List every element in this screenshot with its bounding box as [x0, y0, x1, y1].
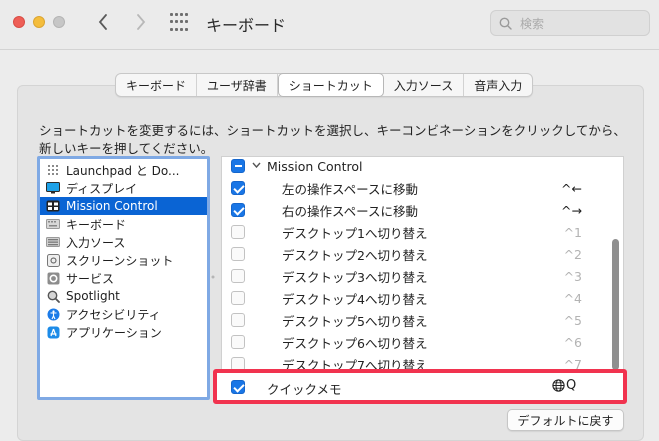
- tab-shortcuts[interactable]: ショートカット: [277, 73, 384, 97]
- tab-bar: キーボード ユーザ辞書 ショートカット 入力ソース 音声入力: [115, 73, 534, 97]
- close-window-button[interactable]: [13, 16, 25, 28]
- sidebar-item-label: サービス: [66, 271, 115, 286]
- sidebar-item-label: アプリケーション: [66, 325, 162, 340]
- shortcut-checkbox[interactable]: [231, 203, 245, 217]
- sidebar-item-label: ディスプレイ: [66, 181, 138, 196]
- sidebar-item-label: 入力ソース: [66, 235, 126, 250]
- sidebar-item-label: キーボード: [66, 217, 127, 232]
- shortcut-checkbox[interactable]: [231, 291, 245, 305]
- input-source-icon: [46, 235, 60, 249]
- shortcut-key[interactable]: ^2: [564, 247, 582, 262]
- shortcut-label: デスクトップ5へ切り替え: [282, 313, 428, 329]
- screenshot-icon: [46, 253, 60, 267]
- shortcut-label: デスクトップ4へ切り替え: [282, 291, 428, 307]
- keyboard-icon: [46, 217, 60, 231]
- minimize-window-button[interactable]: [33, 16, 45, 28]
- sidebar-item-mission-control[interactable]: Mission Control: [40, 197, 207, 215]
- shortcut-list: Mission Control 左の操作スペースに移動 ^← 右の操作スペースに…: [221, 156, 624, 378]
- shortcut-row[interactable]: デスクトップ3へ切り替え ^3: [222, 265, 612, 287]
- shortcut-checkbox[interactable]: [231, 380, 245, 394]
- sidebar-item-label: Spotlight: [66, 289, 120, 303]
- shortcut-key[interactable]: ^4: [564, 291, 582, 306]
- split-view-handle[interactable]: [211, 270, 215, 284]
- shortcut-category-list: Launchpad と Do... ディスプレイ Mission Control…: [37, 156, 210, 400]
- tab-input-sources[interactable]: 入力ソース: [384, 74, 465, 96]
- shortcut-key[interactable]: ^1: [564, 225, 582, 240]
- instruction-text: ショートカットを変更するには、ショートカットを選択し、キーコンビネーションをクリ…: [39, 123, 626, 156]
- shortcut-label: 右の操作スペースに移動: [282, 203, 419, 219]
- shortcut-row[interactable]: 右の操作スペースに移動 ^→: [222, 199, 612, 221]
- display-icon: [46, 181, 60, 195]
- shortcut-row[interactable]: デスクトップ6へ切り替え ^6: [222, 331, 612, 353]
- sidebar-item-label: Launchpad と Do...: [66, 163, 180, 178]
- shortcut-key[interactable]: ^←: [561, 181, 582, 196]
- shortcut-label: デスクトップ3へ切り替え: [282, 269, 428, 285]
- shortcut-checkbox[interactable]: [231, 247, 245, 261]
- sidebar-item-screenshots[interactable]: スクリーンショット: [40, 251, 207, 269]
- shortcut-key[interactable]: Q: [552, 378, 576, 393]
- forward-button[interactable]: [131, 10, 151, 34]
- sidebar-item-accessibility[interactable]: アクセシビリティ: [40, 305, 207, 323]
- sidebar-item-launchpad[interactable]: Launchpad と Do...: [40, 161, 207, 179]
- shortcut-label: 左の操作スペースに移動: [282, 181, 419, 197]
- spotlight-icon: [46, 289, 60, 303]
- sidebar-item-spotlight[interactable]: Spotlight: [40, 287, 207, 305]
- sidebar-item-input-sources[interactable]: 入力ソース: [40, 233, 207, 251]
- sidebar-item-keyboard[interactable]: キーボード: [40, 215, 207, 233]
- sidebar-item-applications[interactable]: アプリケーション: [40, 323, 207, 341]
- tab-keyboard[interactable]: キーボード: [116, 74, 198, 96]
- shortcut-row[interactable]: デスクトップ2へ切り替え ^2: [222, 243, 612, 265]
- shortcut-row[interactable]: デスクトップ4へ切り替え ^4: [222, 287, 612, 309]
- highlighted-shortcut-row[interactable]: クイックメモ Q: [213, 369, 627, 404]
- accessibility-icon: [46, 307, 60, 321]
- shortcut-checkbox[interactable]: [231, 313, 245, 327]
- window-title: キーボード: [206, 16, 287, 35]
- shortcut-checkbox[interactable]: [231, 335, 245, 349]
- disclosure-chevron-icon[interactable]: [252, 162, 261, 168]
- shortcut-key-letter: Q: [566, 378, 577, 393]
- zoom-window-button[interactable]: [53, 16, 65, 28]
- app-store-icon: [46, 325, 60, 339]
- shortcut-checkbox[interactable]: [231, 225, 245, 239]
- sidebar-item-label: Mission Control: [66, 199, 158, 213]
- chevron-right-icon: [137, 14, 146, 30]
- shortcut-checkbox[interactable]: [231, 269, 245, 283]
- shortcut-label: デスクトップ2へ切り替え: [282, 247, 428, 263]
- shortcut-key[interactable]: ^3: [564, 269, 582, 284]
- vertical-scrollbar[interactable]: [612, 239, 619, 370]
- sidebar-item-label: アクセシビリティ: [66, 307, 161, 322]
- shortcut-label: デスクトップ6へ切り替え: [282, 335, 428, 351]
- shortcut-row[interactable]: デスクトップ1へ切り替え ^1: [222, 221, 612, 243]
- restore-defaults-button[interactable]: デフォルトに戻す: [507, 409, 624, 431]
- back-button[interactable]: [93, 10, 113, 34]
- show-all-grid-icon[interactable]: [170, 13, 190, 33]
- shortcut-checkbox[interactable]: [231, 181, 245, 195]
- chevron-left-icon: [98, 14, 107, 30]
- launchpad-icon: [46, 163, 60, 177]
- tab-dictation[interactable]: 音声入力: [464, 74, 532, 96]
- services-gear-icon: [46, 271, 60, 285]
- sidebar-item-services[interactable]: サービス: [40, 269, 207, 287]
- group-checkbox[interactable]: [231, 159, 245, 173]
- tab-user-dictionary[interactable]: ユーザ辞書: [197, 74, 278, 96]
- search-field[interactable]: 検索: [490, 10, 650, 36]
- shortcut-label: クイックメモ: [267, 382, 342, 397]
- sidebar-item-label: スクリーンショット: [66, 253, 174, 268]
- group-label: Mission Control: [267, 158, 363, 174]
- globe-icon: [552, 379, 565, 392]
- shortcut-key[interactable]: ^→: [561, 203, 582, 218]
- search-placeholder: 検索: [520, 16, 545, 31]
- search-icon: [499, 17, 512, 30]
- shortcut-row[interactable]: 左の操作スペースに移動 ^←: [222, 177, 612, 199]
- mission-control-icon: [46, 199, 60, 213]
- title-bar: キーボード 検索: [0, 0, 659, 50]
- shortcut-row[interactable]: デスクトップ5へ切り替え ^5: [222, 309, 612, 331]
- shortcut-key[interactable]: ^6: [564, 335, 582, 350]
- shortcut-key[interactable]: ^5: [564, 313, 582, 328]
- shortcut-label: デスクトップ1へ切り替え: [282, 225, 428, 241]
- sidebar-item-display[interactable]: ディスプレイ: [40, 179, 207, 197]
- group-row-mission-control[interactable]: Mission Control: [222, 157, 612, 177]
